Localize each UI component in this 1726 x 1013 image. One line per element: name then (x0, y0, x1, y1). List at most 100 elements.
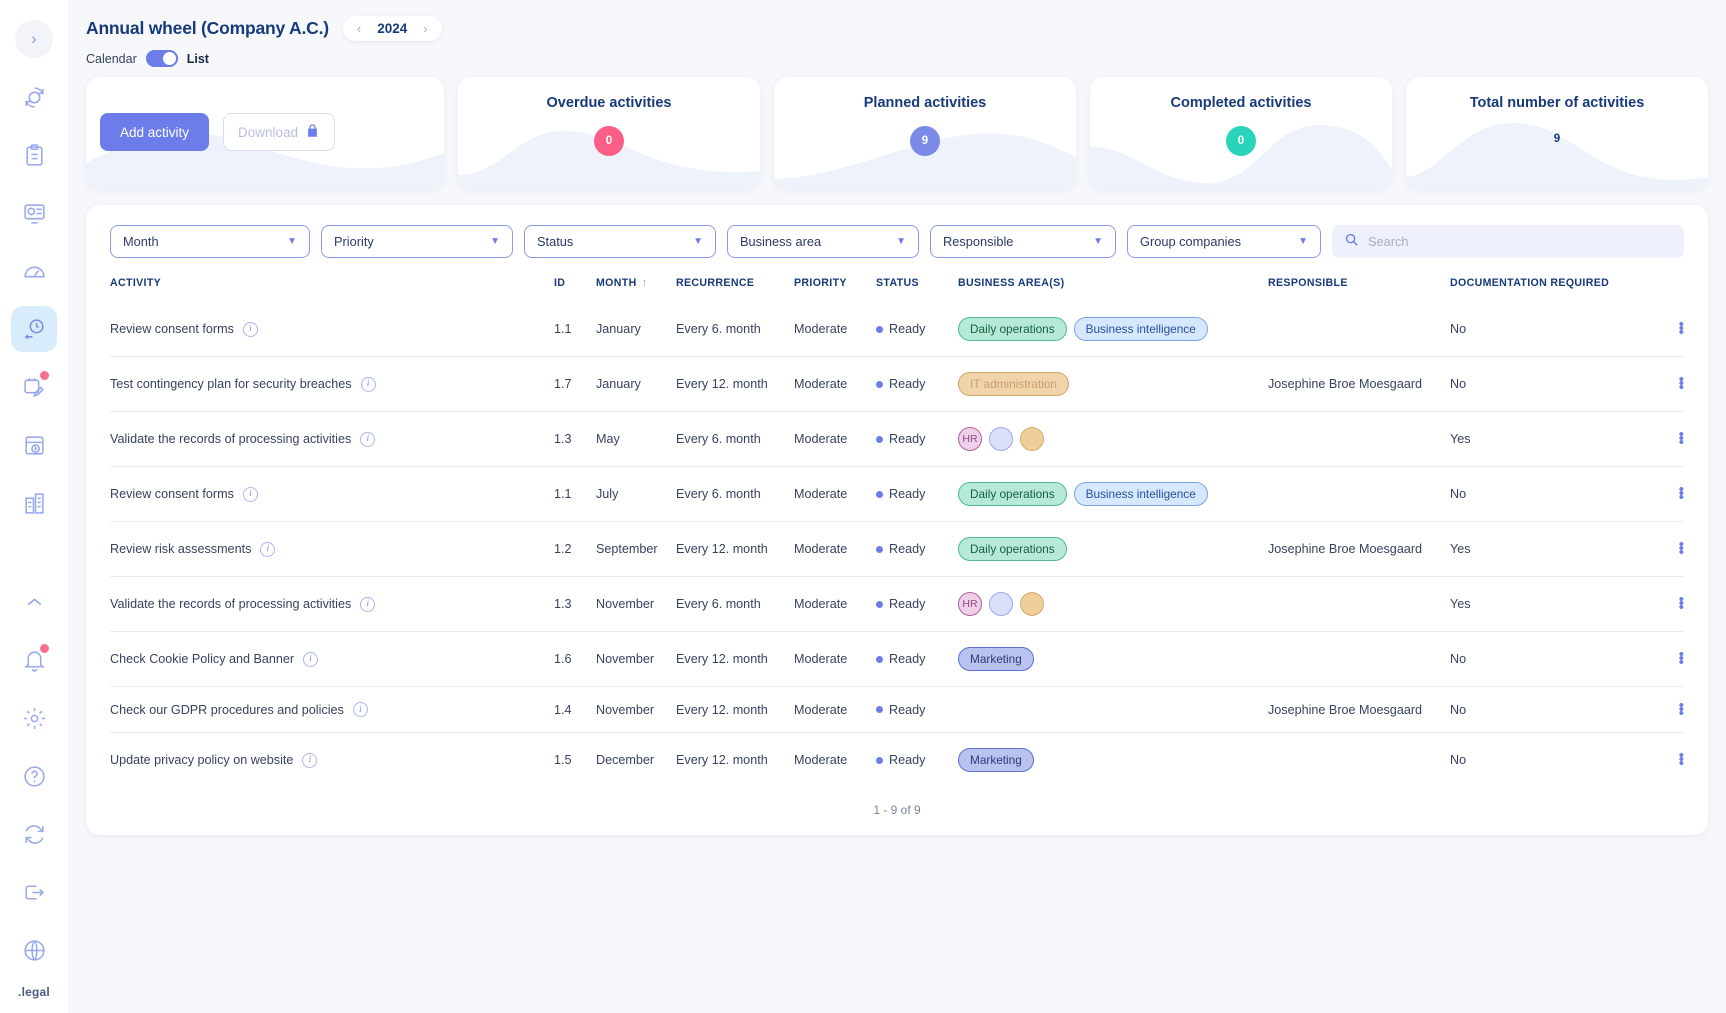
activity-name: Update privacy policy on website (110, 753, 294, 767)
filter-business-area[interactable]: Business area ▼ (727, 225, 919, 258)
info-icon[interactable]: i (242, 486, 258, 502)
status-label: Ready (889, 487, 926, 501)
business-area-chip[interactable]: Business intelligence (1073, 317, 1208, 341)
table-row[interactable]: Check our GDPR procedures and policies i 1… (110, 686, 1684, 733)
info-icon[interactable]: i (303, 651, 319, 667)
info-icon[interactable]: i (302, 752, 318, 768)
cell-priority: Moderate (794, 576, 876, 632)
th-priority[interactable]: PRIORITY (794, 277, 876, 302)
th-responsible[interactable]: RESPONSIBLE (1268, 277, 1450, 302)
info-icon[interactable]: i (360, 376, 376, 392)
table-row[interactable]: Review consent forms i 1.1 January Every 6. … (110, 302, 1684, 357)
th-status[interactable]: STATUS (876, 277, 958, 302)
sidebar-item-cycle[interactable] (11, 74, 57, 120)
view-label-list[interactable]: List (187, 52, 209, 66)
th-month[interactable]: MONTH ↑ (596, 277, 676, 302)
prev-year-button[interactable]: ‹ (357, 21, 361, 36)
th-id[interactable]: ID (554, 277, 596, 302)
current-year: 2024 (377, 21, 408, 36)
sidebar-item-clipboard[interactable] (11, 132, 57, 178)
business-area-chip[interactable] (989, 592, 1013, 616)
info-icon[interactable]: i (360, 431, 376, 447)
business-area-chip[interactable]: Daily operations (958, 537, 1067, 561)
filter-business-area-label: Business area (740, 234, 822, 249)
th-documentation[interactable]: DOCUMENTATION REQUIRED (1450, 277, 1650, 302)
sidebar-item-reports[interactable] (11, 422, 57, 468)
sidebar-item-sync[interactable] (11, 811, 57, 857)
download-button[interactable]: Download (223, 113, 336, 151)
th-activity[interactable]: ACTIVITY (110, 277, 554, 302)
cell-business-areas (958, 686, 1268, 733)
filter-month[interactable]: Month ▼ (110, 225, 310, 258)
filter-group-companies[interactable]: Group companies ▼ (1127, 225, 1321, 258)
cell-recurrence: Every 12. month (676, 631, 794, 687)
info-icon[interactable]: i (260, 541, 276, 557)
filter-status[interactable]: Status ▼ (524, 225, 716, 258)
sidebar-item-settings[interactable] (11, 695, 57, 741)
sidebar-item-annual-wheel[interactable] (11, 306, 57, 352)
row-menu-button[interactable]: • • • (1650, 576, 1684, 632)
business-area-chip[interactable]: Marketing (958, 748, 1034, 772)
sidebar-item-company[interactable] (11, 480, 57, 526)
cell-status: Ready (876, 302, 958, 357)
info-icon[interactable]: i (352, 702, 368, 717)
status-label: Ready (889, 322, 926, 336)
table-row[interactable]: Validate the records of processing activ… (110, 411, 1684, 467)
stat-title: Planned activities (863, 95, 987, 111)
row-menu-button[interactable]: • • • (1650, 466, 1684, 522)
sidebar-item-gauge[interactable] (11, 248, 57, 294)
sidebar-item-dashboard[interactable] (11, 190, 57, 236)
table-row[interactable]: Validate the records of processing activ… (110, 576, 1684, 632)
cell-priority: Moderate (794, 466, 876, 522)
th-business-areas[interactable]: BUSINESS AREA(S) (958, 277, 1268, 302)
cell-recurrence: Every 6. month (676, 411, 794, 467)
cell-recurrence: Every 12. month (676, 686, 794, 733)
sidebar-item-tasks[interactable] (11, 364, 57, 410)
info-icon[interactable]: i (242, 321, 258, 337)
row-menu-button[interactable]: • • • (1650, 356, 1684, 412)
business-area-chip[interactable]: IT administration (958, 372, 1069, 396)
row-menu-button[interactable]: • • • (1650, 521, 1684, 577)
business-area-chip[interactable] (1020, 427, 1044, 451)
table-row[interactable]: Review risk assessments i 1.2 September Ever… (110, 521, 1684, 577)
row-menu-button[interactable]: • • • (1650, 411, 1684, 467)
table-row[interactable]: Update privacy policy on website i 1.5 Dece… (110, 732, 1684, 787)
business-area-chip[interactable]: Daily operations (958, 317, 1067, 341)
cell-activity: Validate the records of processing activ… (110, 576, 554, 632)
cell-month: November (596, 631, 676, 687)
filter-priority[interactable]: Priority ▼ (321, 225, 513, 258)
next-year-button[interactable]: › (423, 21, 427, 36)
sidebar-item-notifications[interactable] (11, 637, 57, 683)
row-menu-button[interactable]: • • • (1650, 732, 1684, 787)
cell-id: 1.1 (554, 466, 596, 522)
info-icon[interactable]: i (360, 596, 376, 612)
search-box[interactable]: Search (1332, 225, 1684, 258)
business-area-chip[interactable]: HR (958, 427, 982, 451)
row-menu-button[interactable]: • • • (1650, 631, 1684, 687)
row-menu-button[interactable]: • • • (1650, 302, 1684, 357)
business-area-chip[interactable]: HR (958, 592, 982, 616)
sidebar-item-language[interactable] (11, 927, 57, 973)
sidebar-item-collapse-up[interactable] (11, 579, 57, 625)
status-label: Ready (889, 597, 926, 611)
table-row[interactable]: Review consent forms i 1.1 July Every 6. mon… (110, 466, 1684, 522)
sidebar-item-help[interactable] (11, 753, 57, 799)
expand-sidebar-button[interactable]: › (15, 20, 53, 58)
business-area-chip[interactable]: Marketing (958, 647, 1034, 671)
view-label-calendar[interactable]: Calendar (86, 52, 137, 66)
add-activity-button[interactable]: Add activity (100, 113, 210, 151)
th-recurrence[interactable]: RECURRENCE (676, 277, 794, 302)
business-area-chip[interactable] (989, 427, 1013, 451)
business-area-chip[interactable] (1020, 592, 1044, 616)
cell-month: September (596, 521, 676, 577)
sidebar-item-logout[interactable] (11, 869, 57, 915)
row-menu-button[interactable]: • • • (1650, 686, 1684, 733)
table-row[interactable]: Check Cookie Policy and Banner i 1.6 Novemb… (110, 631, 1684, 687)
filter-responsible[interactable]: Responsible ▼ (930, 225, 1116, 258)
business-area-chip[interactable]: Daily operations (958, 482, 1067, 506)
table-row[interactable]: Test contingency plan for security breac… (110, 356, 1684, 412)
cell-id: 1.1 (554, 322, 572, 336)
cell-recurrence: Every 6. month (676, 322, 761, 336)
business-area-chip[interactable]: Business intelligence (1073, 482, 1208, 506)
view-mode-toggle[interactable] (145, 50, 178, 67)
